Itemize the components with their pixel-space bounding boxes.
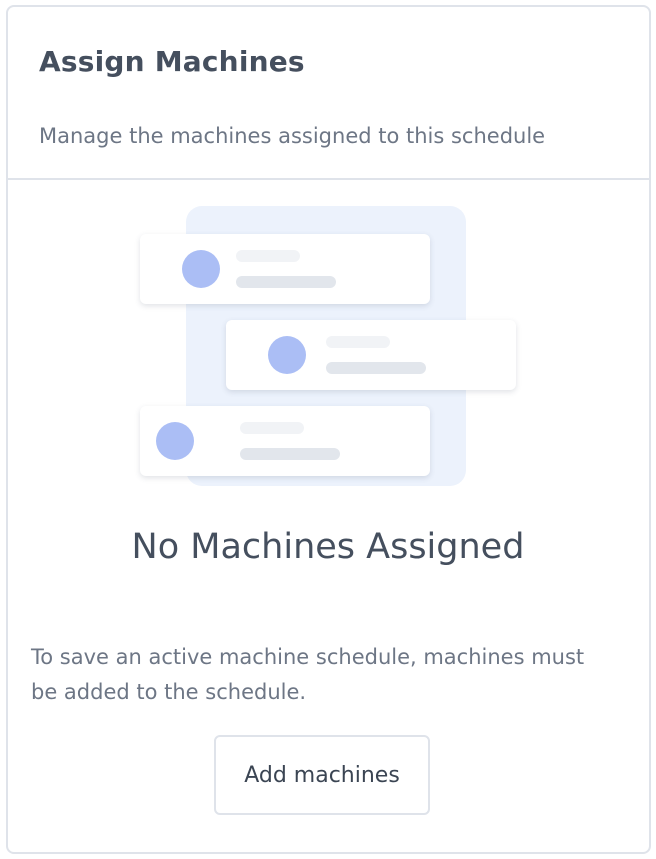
add-machines-button[interactable]: Add machines [214, 735, 430, 815]
illustration-row-3 [140, 406, 430, 476]
empty-state-title: No Machines Assigned [131, 527, 525, 567]
card-header: Assign Machines Manage the machines assi… [8, 7, 649, 180]
avatar-dot [182, 250, 220, 288]
placeholder-line [236, 250, 300, 262]
empty-state-description: To save an active machine schedule, mach… [31, 645, 585, 704]
placeholder-line [236, 276, 336, 288]
placeholder-line [240, 448, 340, 460]
placeholder-line [326, 362, 426, 374]
illustration-row-1 [140, 234, 430, 304]
card-title: Assign Machines [39, 45, 305, 78]
placeholder-line [326, 336, 390, 348]
avatar-dot [156, 422, 194, 460]
illustration-row-2 [226, 320, 516, 390]
placeholder-line [240, 422, 304, 434]
card-subtitle: Manage the machines assigned to this sch… [39, 124, 546, 148]
avatar-dot [268, 336, 306, 374]
